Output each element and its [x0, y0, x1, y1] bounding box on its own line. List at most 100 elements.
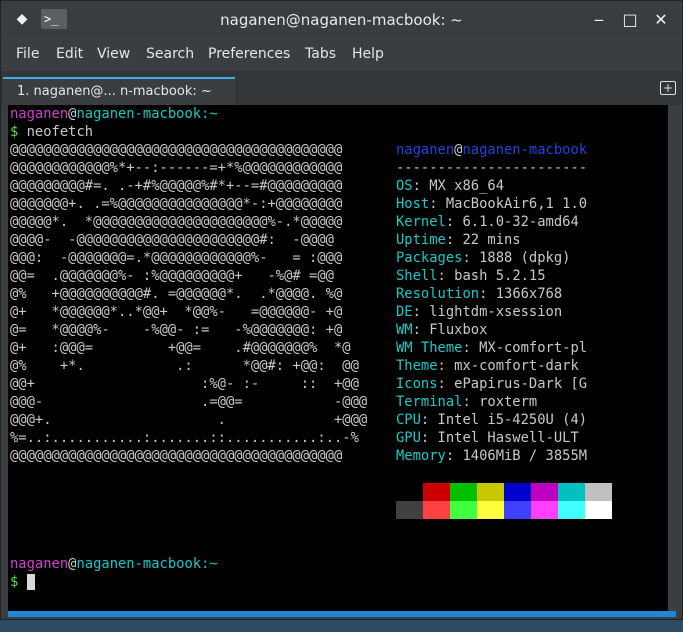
prompt-symbol: $	[10, 574, 19, 590]
menu-preferences[interactable]: Preferences	[208, 46, 290, 62]
palette-swatch	[585, 501, 612, 519]
info-key: DE	[396, 304, 413, 320]
info-row: Shell: bash 5.2.15	[396, 267, 546, 285]
prompt-user: naganen	[10, 556, 69, 572]
ascii-line: @@@@@@@@@@@@@@@@@@@@@@@@@@@@@@@@@@@@@@@@	[10, 142, 343, 158]
maximize-button[interactable]: □	[620, 10, 640, 30]
info-colon: :	[412, 322, 430, 338]
palette-swatch	[531, 501, 558, 519]
info-value: Fluxbox	[429, 322, 488, 338]
info-value: ePapirus-Dark [G	[454, 376, 588, 392]
menu-edit[interactable]: Edit	[56, 46, 83, 62]
info-colon: :	[479, 286, 496, 302]
prompt-line-2: naganen@naganen-macbook:~	[10, 555, 218, 573]
info-row: Host: MacBookAir6,1 1.0	[396, 195, 587, 213]
info-row: Terminal: roxterm	[396, 393, 537, 411]
info-value: roxterm	[479, 394, 538, 410]
info-key: Kernel	[396, 214, 446, 230]
info-key: Theme	[396, 358, 438, 374]
palette-swatch	[477, 501, 504, 519]
info-value: lightdm-xsession	[429, 304, 563, 320]
info-header-user: naganen	[396, 142, 455, 158]
info-colon: :	[462, 250, 480, 266]
close-button[interactable]: ✕	[651, 10, 671, 30]
info-key: GPU	[396, 430, 421, 446]
ascii-line: @+ *@@@@@@*..*@@+ *@@%- =@@@@@@- +@	[10, 304, 343, 320]
tab-bar: 1. naganen@... n-macbook: ~ +	[1, 71, 682, 105]
terminal-output[interactable]: naganen@naganen-macbook:~ $ neofetch @@@…	[8, 105, 668, 611]
info-colon: :	[420, 412, 438, 428]
scrollbar[interactable]	[668, 105, 676, 611]
ascii-line: %=..:...........:.......::...........:..…	[10, 430, 359, 446]
info-value: 6.1.0-32-amd64	[462, 214, 579, 230]
palette-swatch	[558, 501, 585, 519]
menu-view[interactable]: View	[97, 46, 130, 62]
palette-swatch	[396, 501, 423, 519]
new-tab-icon[interactable]: +	[660, 81, 676, 95]
palette-swatch	[585, 483, 612, 501]
info-key: Packages	[396, 250, 463, 266]
info-key: Terminal	[396, 394, 463, 410]
ascii-line: @% +@@@@@@@@@@#. =@@@@@@*. .*@@@@. %@	[10, 286, 343, 302]
menu-search[interactable]: Search	[146, 46, 194, 62]
info-row: WM: Fluxbox	[396, 321, 487, 339]
info-colon: :	[437, 358, 455, 374]
menu-bar: File Edit View Search Preferences Tabs H…	[1, 37, 682, 71]
ascii-line: @@@+. . +@@@	[10, 412, 368, 428]
info-value: MX x86_64	[429, 178, 505, 194]
info-colon: :	[437, 376, 455, 392]
ascii-line: @@@@@@@@@@@@%*+--:------=+*%@@@@@@@@@@@@	[10, 160, 343, 176]
prompt-path: :~	[201, 106, 218, 122]
info-row: Packages: 1888 (dpkg)	[396, 249, 570, 267]
palette-swatch	[450, 501, 477, 519]
info-row: Resolution: 1366x768	[396, 285, 562, 303]
minimize-button[interactable]: ‒	[589, 10, 609, 30]
window-title: naganen@naganen-macbook: ~	[220, 11, 463, 29]
palette-swatch	[423, 483, 450, 501]
menu-tabs[interactable]: Tabs	[305, 46, 336, 62]
info-value: Intel Haswell-ULT	[437, 430, 579, 446]
info-key: WM Theme	[396, 340, 463, 356]
info-separator: -----------------------	[396, 160, 588, 176]
info-value: 1888 (dpkg)	[479, 250, 571, 266]
ascii-line: @@@@@@@+. .=%@@@@@@@@@@@@@@@*-:+@@@@@@@@	[10, 196, 343, 212]
palette-swatch	[450, 483, 477, 501]
info-row: GPU: Intel Haswell-ULT	[396, 429, 579, 447]
ascii-line: @+ :@@@= +@@= .#@@@@@@@% *@	[10, 340, 351, 356]
info-row: Theme: mx-comfort-dark	[396, 357, 579, 375]
ascii-line: @@+ :%@- :- :: +@@	[10, 376, 359, 392]
info-row: Kernel: 6.1.0-32-amd64	[396, 213, 579, 231]
info-value: MX-comfort-pl	[479, 340, 588, 356]
prompt-host: naganen-macbook	[76, 556, 202, 572]
ascii-line: @@@@- -@@@@@@@@@@@@@@@@@@@@@@#: -@@@@	[10, 232, 334, 248]
prompt-host: naganen-macbook	[76, 106, 202, 122]
info-row: CPU: Intel i5-4250U (4)	[396, 411, 587, 429]
info-colon: :	[412, 304, 430, 320]
info-header: naganen@naganen-macbook	[396, 141, 587, 159]
prompt-path: :~	[201, 556, 218, 572]
info-row: WM Theme: MX-comfort-pl	[396, 339, 587, 357]
info-key: WM	[396, 322, 413, 338]
command-line: $ neofetch	[10, 123, 93, 141]
info-colon: :	[429, 196, 446, 212]
title-bar[interactable]: ◆ >_ naganen@naganen-macbook: ~ ‒ □ ✕	[1, 1, 682, 37]
info-colon: :	[462, 394, 480, 410]
ascii-line: @@@@@@@@@#=. .-+#%@@@@@%#*+--=#@@@@@@@@@	[10, 178, 343, 194]
info-key: CPU	[396, 412, 421, 428]
menu-file[interactable]: File	[16, 46, 39, 62]
menu-help[interactable]: Help	[352, 46, 384, 62]
tab-terminal-1[interactable]: 1. naganen@... n-macbook: ~	[3, 77, 235, 105]
info-row: Icons: ePapirus-Dark [G	[396, 375, 587, 393]
info-value: mx-comfort-dark	[454, 358, 579, 374]
prompt-user: naganen	[10, 106, 69, 122]
ascii-line: @@@- .=@@= -@@@	[10, 394, 368, 410]
info-colon: :	[445, 448, 463, 464]
info-value: 1406MiB / 3855M	[462, 448, 588, 464]
info-key: Host	[396, 196, 430, 212]
info-row: Memory: 1406MiB / 3855M	[396, 447, 587, 465]
info-colon: :	[412, 178, 430, 194]
info-value: 22 mins	[462, 232, 521, 248]
info-row: OS: MX x86_64	[396, 177, 504, 195]
info-row: DE: lightdm-xsession	[396, 303, 562, 321]
info-value: 1366x768	[495, 286, 563, 302]
